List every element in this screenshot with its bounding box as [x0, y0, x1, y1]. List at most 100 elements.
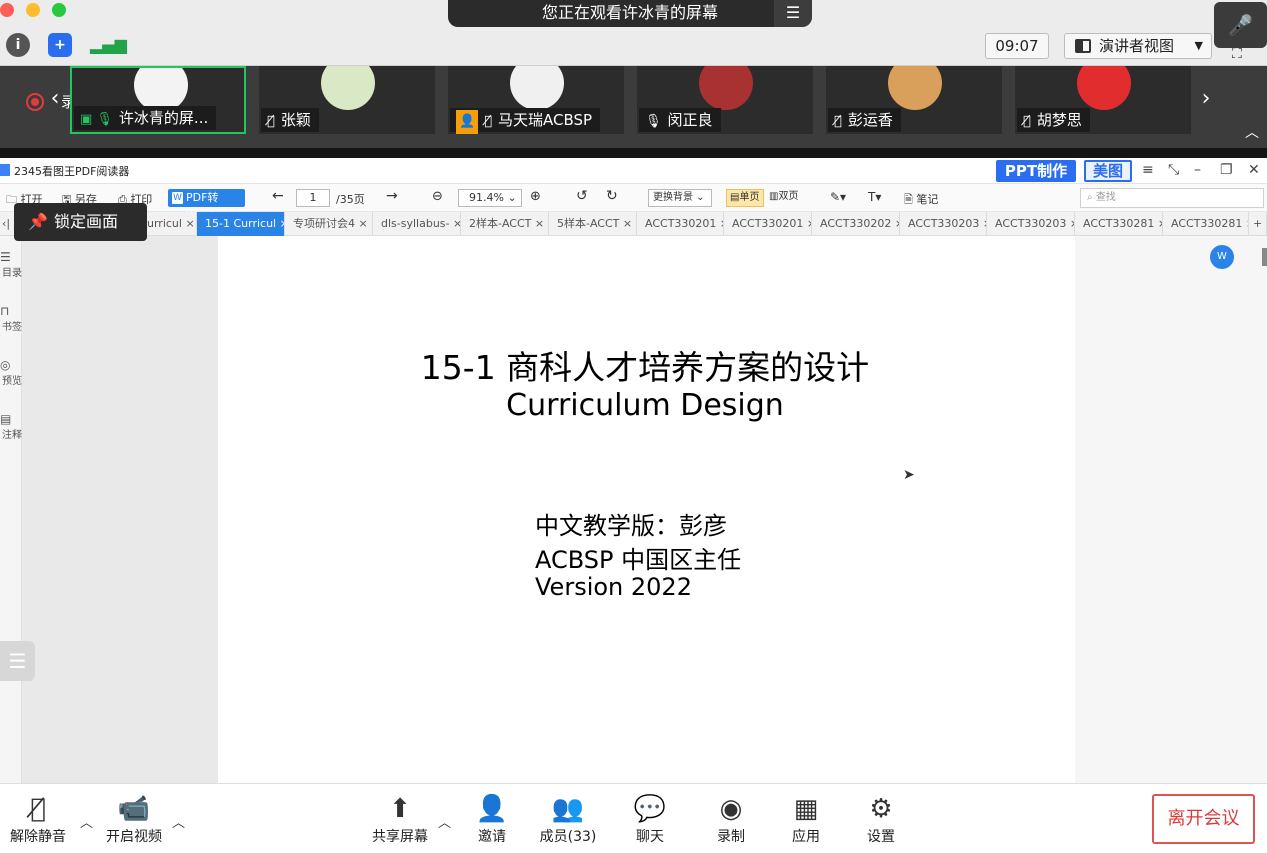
strip-next-arrow-icon[interactable]: ›	[1192, 74, 1220, 124]
document-tab[interactable]: ACCT330201 ×	[637, 212, 724, 236]
document-tab[interactable]: 2样本-ACCT ×	[461, 212, 549, 236]
search-input[interactable]: ⌕ 查找	[1080, 188, 1264, 208]
document-tab-active[interactable]: 15-1 Curricul ×	[197, 212, 285, 236]
zoom-out-icon[interactable]: ⊖	[432, 189, 443, 204]
background-label: 更换背景	[653, 192, 693, 203]
apps-button[interactable]: ▦ 应用	[766, 792, 846, 846]
page-number-input[interactable]: 1	[296, 189, 330, 207]
info-icon[interactable]: i	[6, 33, 30, 57]
search-icon: ⌕	[1087, 192, 1093, 203]
ppt-make-button[interactable]: PPT制作	[996, 160, 1076, 182]
shrink-icon[interactable]: ⤡	[1168, 162, 1179, 178]
double-page-button[interactable]: ▥双页	[766, 189, 804, 207]
participant-strip: 录制中 ‹ ▣ 🎙许冰青的屏... 🎙̸张颖 👤🎙̸马天瑞ACBSP 🎙闵正良 …	[0, 66, 1267, 148]
participant-tile[interactable]: 🎙̸ 张颖	[259, 66, 435, 134]
slide-author: 中文教学版：彭彦	[535, 512, 727, 540]
close-icon[interactable]: ✕	[1248, 162, 1260, 178]
chat-button[interactable]: 💬 聊天	[610, 792, 690, 846]
members-button[interactable]: 👥 成员(33)	[528, 792, 608, 846]
avatar	[321, 66, 375, 110]
settings-button[interactable]: ⚙ 设置	[841, 792, 921, 846]
lock-screen-button[interactable]: 📌 锁定画面	[14, 203, 147, 241]
invite-button[interactable]: 👤 邀请	[452, 792, 532, 846]
participant-tile[interactable]: 🎙 闵正良	[637, 66, 813, 134]
minimize-window-button[interactable]	[26, 3, 40, 17]
document-tab[interactable]: ACCT330201 ×	[724, 212, 812, 236]
new-tab-icon[interactable]: +	[1249, 212, 1267, 236]
word-convert-float-icon[interactable]: W	[1210, 245, 1234, 269]
tab-label: 2样本-ACCT	[469, 217, 532, 230]
document-tab[interactable]: ACCT330203 ×	[987, 212, 1075, 236]
participant-tile[interactable]: 🎙̸ 胡梦思	[1015, 66, 1191, 134]
sidebar-item-contents[interactable]: ☰ 目录	[0, 250, 22, 279]
change-background-select[interactable]: 更换背景 ⌄	[648, 189, 712, 207]
pin-icon: 📌	[28, 212, 48, 231]
notes-button[interactable]: 🗎 笔记	[904, 191, 938, 210]
participant-name-tag: 👤 🎙̸ 马天瑞ACBSP	[450, 108, 601, 134]
next-page-arrow-icon[interactable]: →	[386, 188, 398, 204]
share-screen-button[interactable]: ⬆ 共享屏幕	[360, 792, 440, 846]
start-video-button[interactable]: 📹 开启视频	[94, 792, 174, 846]
zoom-value: 91.4%	[469, 191, 504, 204]
pdf-to-word-button[interactable]: PDF转Word	[168, 189, 245, 222]
close-window-button[interactable]	[0, 3, 14, 17]
rotate-right-icon[interactable]: ↻	[606, 188, 618, 204]
record-button[interactable]: ◉ 录制	[691, 792, 771, 846]
pdf-title-bar: 2345看图王PDF阅读器 PPT制作 美图 ≡ ⤡ – ❐ ✕	[0, 158, 1267, 184]
document-tab[interactable]: ACCT330281 ×	[1163, 212, 1249, 236]
tab-label: ACCT330202	[820, 217, 892, 230]
participant-tile[interactable]: ▣ 🎙 许冰青的屏...	[70, 66, 246, 134]
text-tool-icon[interactable]: T▾	[868, 190, 881, 204]
document-tab[interactable]: urricul ×	[146, 212, 197, 236]
participant-name-tag: ▣ 🎙 许冰青的屏...	[74, 106, 217, 130]
tab-label: urricul	[147, 217, 182, 230]
security-shield-icon[interactable]: +	[48, 33, 72, 57]
document-tab[interactable]: dls-syllabus- ×	[373, 212, 461, 236]
strip-prev-arrow-icon[interactable]: ‹	[41, 74, 69, 124]
collapse-strip-icon[interactable]: ︿	[1245, 122, 1259, 142]
document-tab[interactable]: 专项研讨会4 ×	[285, 212, 373, 236]
invite-label: 邀请	[478, 829, 506, 845]
floating-list-icon[interactable]: ☰	[0, 641, 35, 681]
sidebar-label: 目录	[2, 268, 22, 279]
tab-label: dls-syllabus-	[381, 217, 450, 230]
banner-menu-icon[interactable]: ☰	[774, 0, 812, 27]
sidebar-item-bookmarks[interactable]: ⊓ 书签	[0, 304, 22, 333]
document-tab[interactable]: ACCT330203 ×	[900, 212, 987, 236]
fullscreen-icon[interactable]: ⛶	[1232, 46, 1256, 62]
notes-label: 笔记	[916, 193, 939, 206]
minimize-icon[interactable]: –	[1194, 162, 1201, 178]
unmute-button[interactable]: 🎙̸ 解除静音	[0, 792, 78, 846]
participant-name: 张颖	[280, 111, 311, 129]
menu-icon[interactable]: ≡	[1142, 162, 1154, 178]
video-off-icon: 📹	[117, 794, 151, 824]
document-tab[interactable]: 5样本-ACCT ×	[549, 212, 637, 236]
leave-meeting-button[interactable]: 离开会议	[1152, 794, 1255, 844]
restore-icon[interactable]: ❐	[1220, 162, 1233, 178]
record-label: 录制	[717, 829, 745, 845]
single-page-button[interactable]: ▤单页	[726, 189, 764, 207]
participant-tile[interactable]: 👤 🎙̸ 马天瑞ACBSP	[448, 66, 624, 134]
participant-tile[interactable]: 🎙̸ 彭运香	[826, 66, 1002, 134]
pdf-app-logo-icon	[0, 164, 10, 176]
signal-strength-icon[interactable]: ▂▄▆	[90, 33, 127, 57]
document-tab[interactable]: ACCT330281 ×	[1075, 212, 1163, 236]
prev-page-arrow-icon[interactable]: ←	[272, 188, 284, 204]
pdf-app-title: 2345看图王PDF阅读器	[14, 165, 130, 178]
mic-muted-icon: 🎙̸	[484, 114, 492, 129]
scrollbar[interactable]	[1262, 248, 1267, 266]
document-tab[interactable]: ACCT330202 ×	[812, 212, 900, 236]
speaker-view-button[interactable]: 演讲者视图 ▼	[1064, 33, 1212, 59]
mic-muted-icon: 🎙̸	[30, 794, 46, 824]
tab-label: ACCT330203	[908, 217, 980, 230]
share-screen-icon: ⬆	[389, 794, 411, 824]
maximize-window-button[interactable]	[52, 3, 66, 17]
record-icon: ◉	[719, 794, 743, 824]
tab-label: ACCT330203	[995, 217, 1067, 230]
zoom-in-icon[interactable]: ⊕	[530, 189, 541, 204]
meitu-button[interactable]: 美图	[1084, 160, 1132, 182]
rotate-left-icon[interactable]: ↺	[576, 188, 588, 204]
highlight-pen-icon[interactable]: ✎▾	[830, 190, 846, 204]
pdf-toolbar: 🗀 打开 🖫 另存 ⎙ 打印 PDF转Word ← 1 /35页 → ⊖ 91.…	[0, 184, 1267, 222]
zoom-select[interactable]: 91.4% ⌄	[458, 189, 522, 207]
